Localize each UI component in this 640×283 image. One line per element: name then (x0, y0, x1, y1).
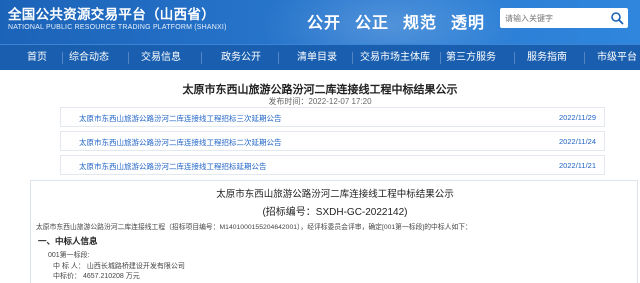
related-link-date: 2022/11/21 (559, 161, 596, 170)
site-logo-title[interactable]: 全国公共资源交易平台（山西省） (8, 3, 215, 23)
nav-divider (62, 52, 63, 64)
publish-time: 发布时间：2022-12-07 17:20 (268, 97, 372, 106)
nav-item-trading-info[interactable]: 交易信息 (141, 45, 181, 70)
nav-item-government[interactable]: 政务公开 (221, 45, 261, 70)
document-intro: 太原市东西山旅游公路汾河二库连接线工程（招标项目编号：M140100015520… (36, 224, 472, 231)
header-slogans: 公开 公正 规范 透明 (307, 9, 485, 33)
related-link-row[interactable]: 太原市东西山旅游公路汾河二库连接线工程招标延期公告 2022/11/21 (60, 155, 605, 175)
site-header: 全国公共资源交易平台（山西省） NATIONAL PUBLIC RESOURCE… (0, 0, 640, 44)
nav-divider (201, 52, 202, 64)
nav-item-news[interactable]: 综合动态 (69, 45, 109, 70)
search-box (500, 8, 628, 28)
nav-divider (352, 52, 353, 64)
search-icon (611, 12, 624, 25)
nav-divider (584, 52, 585, 64)
winner-value: 山西长城路桥建设开发有限公司 (86, 263, 185, 270)
slogan-standard: 规范 (403, 15, 438, 32)
price-label: 中标价： (53, 273, 81, 280)
slogan-transparent: 透明 (451, 15, 486, 32)
nav-item-third-party[interactable]: 第三方服务 (446, 45, 496, 70)
price-value: 4657.210208 万元 (82, 273, 140, 280)
document-title: 太原市东西山旅游公路汾河二库连接线工程中标结果公示 (216, 189, 454, 200)
slogan-fair: 公正 (355, 15, 390, 32)
lot-label: 001第一标段: (48, 252, 90, 259)
related-link-title[interactable]: 太原市东西山旅游公路汾河二库连接线工程招标二次延期公告 (79, 137, 282, 148)
site-logo-subtitle: NATIONAL PUBLIC RESOURCE TRADING PLATFOR… (8, 24, 227, 31)
search-input[interactable] (500, 8, 604, 28)
nav-divider (128, 52, 129, 64)
nav-item-home[interactable]: 首页 (27, 45, 47, 70)
nav-divider (514, 52, 515, 64)
nav-divider (440, 52, 441, 64)
slogan-open: 公开 (307, 15, 342, 32)
tender-code: (招标编号：SXDH-GC-2022142) (262, 207, 408, 218)
announcement-document: 太原市东西山旅游公路汾河二库连接线工程中标结果公示 (招标编号：SXDH-GC-… (30, 180, 638, 283)
winner-label: 中 标 人： (53, 263, 85, 270)
related-link-title[interactable]: 太原市东西山旅游公路汾河二库连接线工程招标三次延期公告 (79, 113, 282, 124)
nav-item-catalog[interactable]: 清单目录 (297, 45, 337, 70)
related-link-date: 2022/11/29 (559, 113, 596, 122)
nav-item-market-entities[interactable]: 交易市场主体库 (360, 45, 430, 70)
main-nav: 首页 综合动态 交易信息 政务公开 清单目录 交易市场主体库 第三方服务 服务指… (0, 44, 640, 70)
nav-divider (278, 52, 279, 64)
related-link-title[interactable]: 太原市东西山旅游公路汾河二库连接线工程招标延期公告 (79, 161, 267, 172)
winner-row: 中 标 人： 山西长城路桥建设开发有限公司 (53, 261, 185, 271)
related-link-date: 2022/11/24 (559, 137, 596, 146)
nav-item-service-guide[interactable]: 服务指南 (527, 45, 567, 70)
section-heading-winner-info: 一、中标人信息 (38, 236, 98, 246)
page-title: 太原市东西山旅游公路汾河二库连接线工程中标结果公示 (182, 84, 458, 96)
related-link-row[interactable]: 太原市东西山旅游公路汾河二库连接线工程招标三次延期公告 2022/11/29 (60, 107, 605, 127)
price-row: 中标价： 4657.210208 万元 (53, 271, 140, 281)
related-link-row[interactable]: 太原市东西山旅游公路汾河二库连接线工程招标二次延期公告 2022/11/24 (60, 131, 605, 151)
main-content: 太原市东西山旅游公路汾河二库连接线工程中标结果公示 发布时间：2022-12-0… (0, 70, 640, 283)
search-button[interactable] (609, 11, 625, 25)
nav-item-city-platform[interactable]: 市级平台 (597, 45, 637, 70)
